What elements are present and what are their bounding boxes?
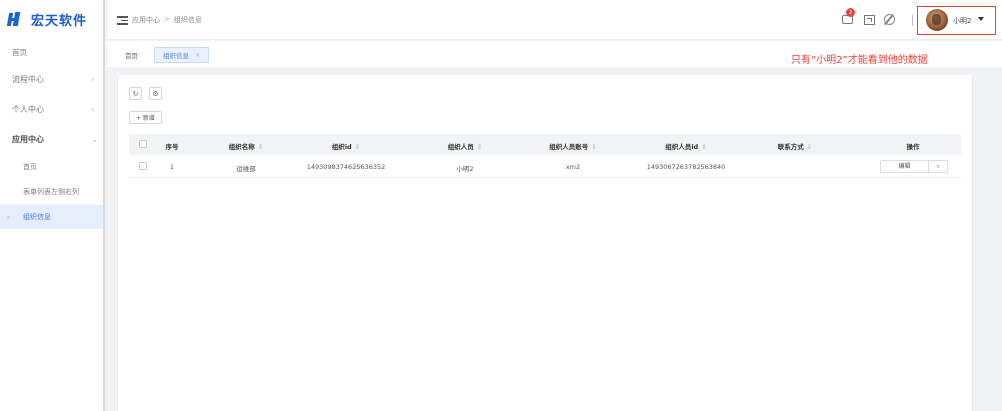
column-header[interactable]: 组织人员 ⇕	[441, 141, 489, 151]
sort-icon[interactable]: ⇕	[807, 143, 812, 151]
breadcrumb: 应用中心 > 组织信息	[132, 15, 202, 25]
chevron-right-icon: ›	[91, 104, 95, 114]
menu-fold-icon[interactable]	[117, 16, 128, 25]
breadcrumb-item[interactable]: 应用中心	[132, 15, 160, 25]
sidebar-item-label: 组织信息	[23, 213, 51, 221]
cell-member-id: 1493067263782563840	[646, 163, 726, 171]
sidebar-item-home[interactable]: 首页	[0, 40, 103, 64]
breadcrumb-separator: >	[164, 15, 170, 23]
sidebar-item-label: 首页	[12, 47, 27, 57]
logo[interactable]: 宏天软件	[6, 9, 88, 29]
table-header: 序号 组织名称 ⇕ 组织id ⇕ 组织人员 ⇕ 组织人员账号 ⇕ 组织人员id ⇕ 联系方…	[129, 134, 961, 155]
message-badge: 2	[846, 8, 855, 17]
lock-screen-icon[interactable]	[884, 14, 895, 25]
sidebar-item-label: 流程中心	[12, 74, 44, 84]
sort-icon[interactable]: ⇕	[355, 143, 360, 151]
sidebar-item-label: 应用中心	[12, 134, 44, 144]
tab-label: 组织信息	[163, 52, 189, 60]
sidebar-item-app-home[interactable]: 首页	[0, 155, 103, 179]
column-header[interactable]: 组织id ⇕	[319, 141, 373, 151]
caret-down-icon	[978, 17, 984, 21]
table-row[interactable]: 1 运维部 1493098374625636352 小明2 xm2 149306…	[129, 155, 961, 178]
sidebar: 宏天软件 首页 流程中心 › 个人中心 › 应用中心 ⌄ 首页 表单列表左侧右列…	[0, 0, 105, 411]
cell-member: 小明2	[456, 165, 474, 173]
edit-split-button: 编辑 ∨	[880, 160, 948, 173]
chevron-right-icon: ›	[91, 74, 95, 84]
chevron-down-icon: ⌄	[91, 134, 98, 144]
gear-icon: ⚙	[152, 89, 159, 98]
sidebar-item-label: 个人中心	[12, 104, 44, 114]
sidebar-item-app-center[interactable]: 应用中心 ⌄	[0, 127, 103, 151]
logo-icon	[6, 12, 22, 26]
column-header: 操作	[906, 143, 920, 151]
top-bar: 应用中心 > 组织信息 2 小明2	[107, 0, 1002, 40]
row-checkbox[interactable]	[139, 162, 147, 170]
active-dot	[7, 216, 10, 219]
settings-button[interactable]: ⚙	[149, 87, 162, 100]
tab-label: 首页	[125, 52, 138, 60]
select-all-checkbox[interactable]	[139, 140, 147, 148]
user-menu[interactable]: 小明2	[917, 6, 996, 35]
cell-org-name: 运维部	[236, 165, 256, 173]
avatar[interactable]	[926, 9, 948, 31]
sort-icon[interactable]: ⇕	[701, 143, 706, 151]
tab-home[interactable]: 首页	[117, 47, 146, 63]
breadcrumb-item: 组织信息	[173, 16, 202, 24]
chevron-down-icon[interactable]: ∨	[929, 161, 947, 172]
edit-button[interactable]: 编辑	[881, 161, 929, 172]
column-header[interactable]: 组织人员id ⇕	[651, 141, 721, 151]
column-header[interactable]: 联系方式 ⇕	[769, 141, 821, 151]
tab-org-info[interactable]: 组织信息 ×	[154, 47, 210, 63]
data-table: 序号 组织名称 ⇕ 组织id ⇕ 组织人员 ⇕ 组织人员账号 ⇕ 组织人员id ⇕ 联系方…	[129, 134, 961, 178]
sidebar-item-label: 首页	[23, 163, 37, 171]
sort-icon[interactable]: ⇕	[258, 143, 263, 151]
cell-org-id: 1493098374625636352	[306, 163, 386, 171]
refresh-icon: ↻	[132, 89, 139, 98]
refresh-button[interactable]: ↻	[129, 87, 142, 100]
sidebar-item-personal-center[interactable]: 个人中心 ›	[0, 97, 103, 121]
sidebar-item-org-info[interactable]: 组织信息	[0, 205, 103, 229]
column-header: 序号	[165, 143, 179, 151]
close-icon[interactable]: ×	[195, 51, 200, 59]
add-button[interactable]: + 新增	[129, 111, 162, 124]
cell-index: 1	[169, 163, 175, 171]
panel-border	[117, 75, 118, 411]
main-panel: ↻ ⚙ + 新增 序号 组织名称 ⇕ 组织id ⇕ 组织人员 ⇕ 组织人员账号 ⇕ 组织…	[117, 75, 973, 411]
sort-icon[interactable]: ⇕	[477, 143, 482, 151]
sidebar-item-form-list[interactable]: 表单列表左侧右列	[0, 180, 103, 204]
column-header[interactable]: 组织名称 ⇕	[217, 141, 275, 151]
user-name: 小明2	[953, 17, 972, 25]
sort-icon[interactable]: ⇕	[591, 143, 596, 151]
annotation-text: 只有“小明2”才能看到他的数据	[791, 55, 928, 66]
divider	[912, 15, 913, 26]
sidebar-item-process-center[interactable]: 流程中心 ›	[0, 67, 103, 91]
sidebar-item-label: 表单列表左侧右列	[23, 188, 79, 196]
logo-text: 宏天软件	[31, 13, 88, 29]
cell-account: xm2	[565, 163, 581, 171]
panel-border	[972, 75, 973, 411]
fullscreen-icon[interactable]	[864, 15, 875, 25]
column-header[interactable]: 组织人员账号 ⇕	[539, 141, 607, 151]
